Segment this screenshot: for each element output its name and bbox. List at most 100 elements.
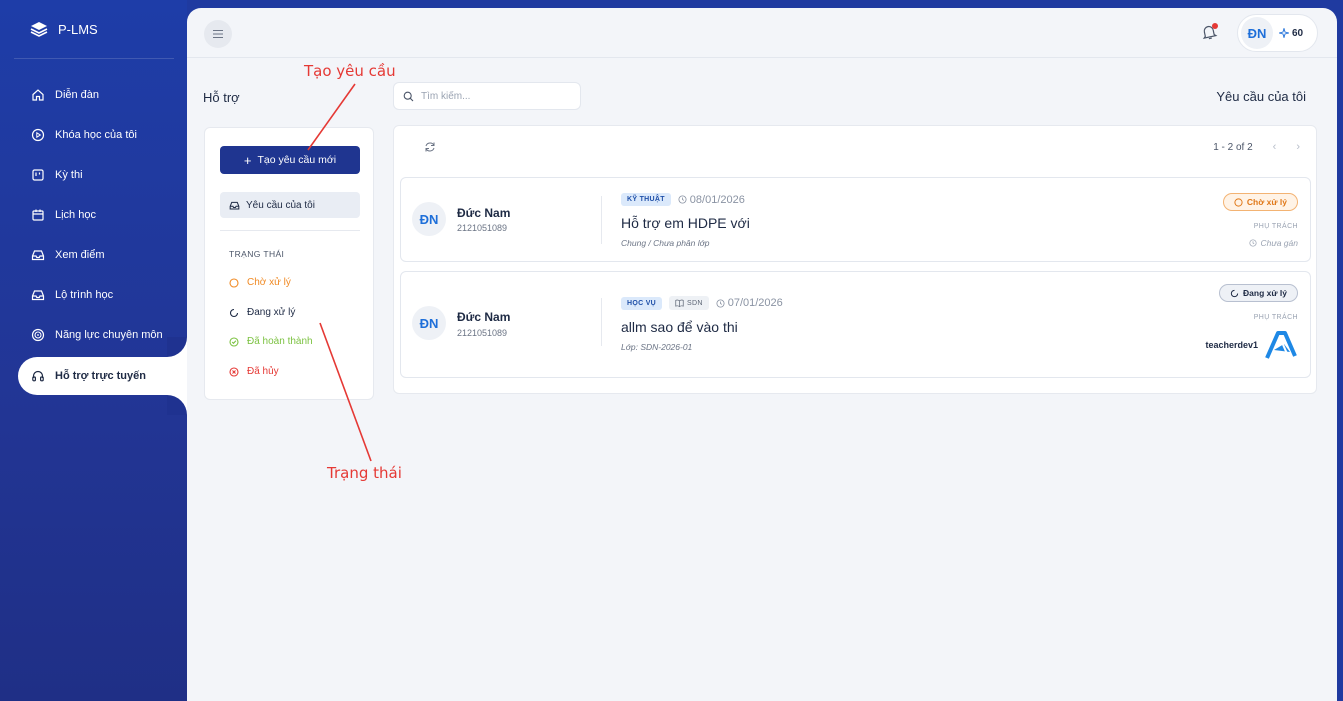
class-tag: SDN [669, 296, 709, 310]
search-icon [403, 91, 414, 101]
avatar: ĐN [412, 202, 446, 236]
active-curve [167, 395, 187, 415]
spinner-icon [229, 308, 239, 317]
points-display: 60 [1279, 28, 1303, 39]
assignee-logo-icon [1265, 331, 1297, 359]
target-icon [31, 328, 45, 342]
status-text: Đang xử lý [1243, 288, 1287, 298]
pagination: 1 - 2 of 2 ‹ › [1213, 141, 1300, 153]
sidebar-item-online-support[interactable]: Hỗ trợ trực tuyến [18, 357, 187, 395]
request-list: 1 - 2 of 2 ‹ › ĐN Đức Nam 2121051089 KỸ … [393, 125, 1317, 394]
home-icon [32, 89, 44, 101]
sidebar-item-label: Kỳ thi [55, 169, 83, 181]
sidebar-item-learning-path[interactable]: Lộ trình học [18, 276, 187, 314]
sidebar-item-label: Hỗ trợ trực tuyến [55, 370, 146, 382]
inbox-icon [31, 250, 45, 261]
sidebar-item-exams[interactable]: Kỳ thi [18, 156, 187, 194]
sidebar-item-label: Lộ trình học [55, 289, 114, 301]
hamburger-icon [213, 29, 223, 39]
clock-icon [1249, 239, 1258, 247]
book-icon [675, 299, 684, 307]
menu-toggle-button[interactable] [204, 20, 232, 48]
status-badge: Đang xử lý [1219, 284, 1298, 302]
clock-icon [678, 195, 687, 204]
sidebar-item-competency[interactable]: Năng lực chuyên môn [18, 316, 187, 354]
divider [14, 58, 174, 59]
new-request-label: Tạo yêu cầu mới [257, 154, 337, 166]
request-title: allm sao để vào thi [621, 319, 738, 335]
sidebar-item-schedule[interactable]: Lịch học [18, 196, 187, 234]
search-box[interactable] [393, 82, 581, 110]
my-requests-filter[interactable]: Yêu cầu của tôi [220, 192, 360, 218]
sidebar-item-label: Năng lực chuyên môn [55, 329, 163, 341]
circle-icon [1234, 197, 1243, 207]
divider [601, 298, 602, 346]
status-heading: TRẠNG THÁI [229, 249, 285, 259]
brand-name: P-LMS [58, 21, 98, 37]
new-request-button[interactable]: + Tạo yêu cầu mới [220, 146, 360, 174]
sidebar: P-LMS Diễn đàn Khóa học của tôi Kỳ thi L… [0, 0, 187, 701]
page-title: Hỗ trợ [203, 90, 240, 105]
divider [220, 230, 360, 231]
status-filter-cancelled[interactable]: Đã hủy [229, 366, 279, 377]
sidebar-item-my-courses[interactable]: Khóa học của tôi [18, 116, 187, 154]
user-menu[interactable]: ĐN 60 [1237, 14, 1318, 52]
assignee: Chưa gán [1249, 238, 1298, 248]
inbox-icon [229, 201, 240, 210]
requester-name: Đức Nam [457, 310, 511, 324]
layers-icon [30, 22, 48, 37]
sidebar-item-grades[interactable]: Xem điểm [18, 236, 187, 274]
prev-page-icon[interactable]: ‹ [1273, 141, 1277, 153]
annotation-status: Trạng thái [327, 464, 402, 482]
assignee-name: teacherdev1 [1205, 340, 1258, 350]
request-meta: HỌC VỤ SDN 07/01/2026 [621, 296, 783, 310]
brand-logo[interactable]: P-LMS [30, 21, 98, 37]
category-tag: KỸ THUẬT [621, 193, 671, 206]
refresh-icon[interactable] [424, 141, 436, 153]
check-circle-icon [229, 336, 239, 347]
spinner-icon [1230, 289, 1239, 297]
my-requests-label: Yêu cầu của tôi [246, 199, 315, 211]
divider [601, 196, 602, 244]
status-label: Đang xử lý [247, 307, 296, 318]
assignee-label: PHỤ TRÁCH [1253, 223, 1298, 230]
status-badge: Chờ xử lý [1222, 193, 1298, 211]
status-filter-processing[interactable]: Đang xử lý [229, 307, 295, 318]
plus-icon: + [243, 152, 252, 168]
request-card[interactable]: ĐN Đức Nam 2121051089 KỸ THUẬT 08/01/202… [400, 177, 1311, 262]
assignee-label: PHỤ TRÁCH [1253, 314, 1298, 321]
request-date: 08/01/2026 [678, 194, 745, 206]
status-label: Đã hủy [247, 366, 279, 377]
points-value: 60 [1292, 27, 1304, 39]
filter-panel: + Tạo yêu cầu mới Yêu cầu của tôi TRẠNG … [204, 127, 374, 400]
x-circle-icon [229, 366, 239, 377]
main-content: ĐN 60 Hỗ trợ Yêu cầu của tôi + Tạo yêu c… [187, 8, 1337, 701]
clock-icon [716, 298, 725, 308]
notification-dot [1212, 23, 1218, 29]
request-card[interactable]: ĐN Đức Nam 2121051089 HỌC VỤ SDN 07/01/2… [400, 271, 1311, 378]
sidebar-item-label: Khóa học của tôi [55, 129, 137, 141]
exam-board-icon [32, 169, 44, 181]
calendar-icon [32, 209, 44, 221]
sidebar-item-forum[interactable]: Diễn đàn [18, 76, 187, 114]
sidebar-item-label: Lịch học [55, 209, 96, 221]
section-title: Yêu cầu của tôi [1216, 89, 1306, 104]
topbar: ĐN 60 [187, 8, 1337, 58]
request-subtitle: Chung / Chưa phân lớp [621, 238, 710, 248]
assignee-name: Chưa gán [1260, 238, 1298, 248]
request-title: Hỗ trợ em HDPE với [621, 215, 750, 231]
sparkle-icon [1279, 28, 1289, 38]
search-input[interactable] [421, 90, 571, 102]
request-subtitle: Lớp: SDN-2026-01 [621, 342, 693, 352]
student-id: 2121051089 [457, 223, 508, 233]
sidebar-item-label: Diễn đàn [55, 89, 100, 101]
pagination-range: 1 - 2 of 2 [1213, 141, 1253, 153]
next-page-icon[interactable]: › [1296, 141, 1300, 153]
sidebar-item-label: Xem điểm [55, 249, 105, 261]
class-tag-label: SDN [687, 299, 703, 307]
status-label: Chờ xử lý [247, 277, 291, 288]
annotation-create-request: Tạo yêu cầu [304, 62, 396, 80]
status-filter-pending[interactable]: Chờ xử lý [229, 277, 291, 288]
circle-icon [229, 277, 239, 288]
status-filter-completed[interactable]: Đã hoàn thành [229, 336, 313, 347]
